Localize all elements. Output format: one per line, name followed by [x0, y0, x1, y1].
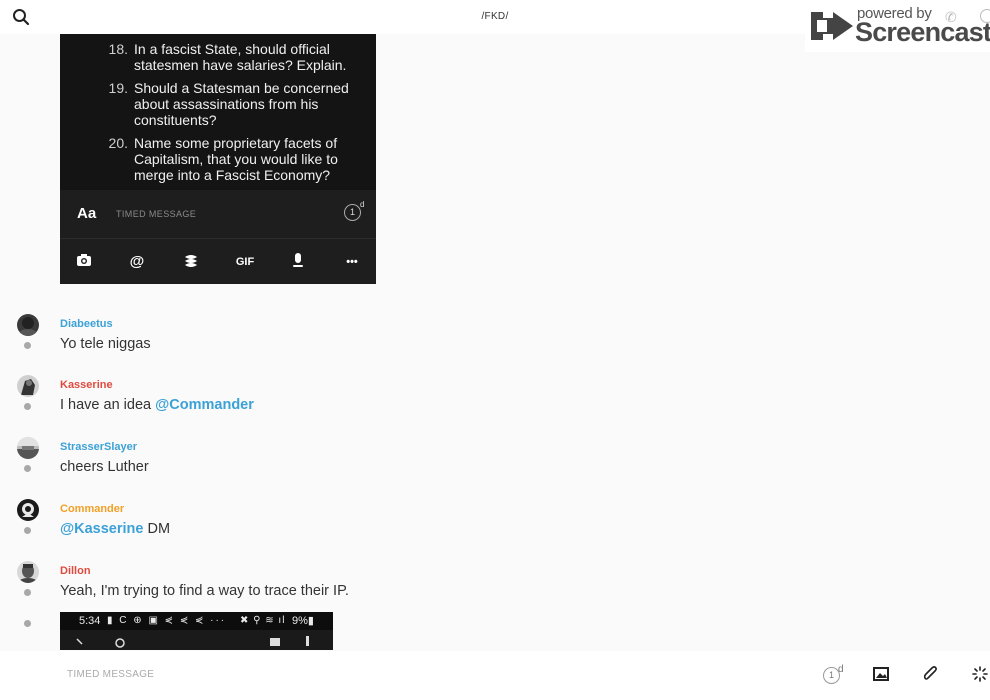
message: Commander @Kasserine DM: [0, 499, 990, 559]
message-username[interactable]: Dillon: [60, 565, 91, 577]
message-body: I have an idea: [60, 397, 156, 413]
status-dot: [24, 620, 31, 627]
avatar[interactable]: [17, 375, 39, 397]
question-text: Should a Statesman be concerned about as…: [134, 80, 349, 128]
phone-app-bar: [60, 630, 333, 650]
message-username[interactable]: StrasserSlayer: [60, 441, 137, 453]
status-dot: [24, 527, 31, 534]
avatar[interactable]: [17, 499, 39, 521]
shared-phone-screenshot[interactable]: 18. In a fascist State, should official …: [60, 34, 376, 284]
question-number: 19.: [108, 80, 128, 96]
avatar[interactable]: [17, 314, 39, 336]
status-dot: [24, 403, 31, 410]
status-dot: [24, 465, 31, 472]
mention-link[interactable]: @Commander: [155, 397, 254, 413]
stickers-icon: [182, 253, 200, 271]
message-username[interactable]: Diabeetus: [60, 318, 113, 330]
message-username[interactable]: Kasserine: [60, 379, 113, 391]
mention-icon: @: [129, 253, 145, 270]
screencastify-watermark: powered by Screencastify ✆: [805, 0, 990, 52]
question-item: 19. Should a Statesman be concerned abou…: [60, 80, 376, 130]
gif-button: GIF: [235, 256, 255, 268]
phone-font-button: Aa: [77, 205, 97, 222]
message-text: Yo tele niggas: [60, 336, 151, 352]
message-text: @Kasserine DM: [60, 521, 170, 537]
phone-timer-icon: 1d: [344, 200, 364, 221]
avatar[interactable]: [17, 437, 39, 459]
phone-status-icons: ▮ C ⊕ ▣ ⋞ ⋞ ⋞ ···: [107, 615, 227, 626]
camera-icon: [75, 253, 93, 271]
microphone-icon: [289, 253, 307, 271]
mention-link[interactable]: @Kasserine: [60, 521, 143, 537]
message-username[interactable]: Commander: [60, 503, 124, 515]
message: StrasserSlayer cheers Luther: [0, 437, 990, 497]
phone-timer-value: 1: [349, 207, 355, 217]
phone-icon[interactable]: ✆: [945, 9, 957, 26]
message-body: Yeah, I'm trying to find a way to trace …: [60, 583, 349, 599]
question-text: Name some proprietary facets of Capitali…: [134, 135, 338, 183]
watermark-brand: Screencastify: [855, 17, 990, 47]
avatar[interactable]: [17, 561, 39, 583]
phone-compose-bar: Aa TIMED MESSAGE 1d: [60, 190, 376, 238]
loading-spinner-icon[interactable]: [972, 666, 990, 684]
question-number: 20.: [108, 135, 128, 151]
attachment-icon[interactable]: [922, 666, 940, 684]
message-body: Yo tele niggas: [60, 336, 151, 352]
message-input[interactable]: TIMED MESSAGE: [67, 669, 154, 680]
message: Diabeetus Yo tele niggas: [0, 314, 990, 374]
composer-bar: TIMED MESSAGE 1 d: [0, 651, 990, 700]
shared-image-thumbnail[interactable]: 5:34 ▮ C ⊕ ▣ ⋞ ⋞ ⋞ ··· ✖ ⚲ ≋ ıl 9%▮: [60, 612, 333, 650]
status-dot: [24, 342, 31, 349]
message-text: cheers Luther: [60, 459, 149, 475]
message: Kasserine I have an idea @Commander: [0, 375, 990, 435]
timer-value: 1: [828, 670, 834, 680]
info-icon[interactable]: [980, 9, 990, 23]
message-body: DM: [143, 521, 171, 537]
phone-status-time: 5:34: [79, 615, 101, 627]
screencastify-logo-icon: [809, 8, 853, 49]
phone-signal-icons: ✖ ⚲ ≋ ıl: [240, 615, 286, 626]
phone-compose-placeholder: TIMED MESSAGE: [116, 209, 197, 219]
phone-timer-unit: d: [360, 200, 365, 209]
phone-status-bar: 5:34 ▮ C ⊕ ▣ ⋞ ⋞ ⋞ ··· ✖ ⚲ ≋ ıl 9%▮: [60, 612, 333, 630]
question-text: In a fascist State, should official stat…: [134, 41, 347, 73]
image-icon[interactable]: [873, 666, 891, 684]
question-item: 18. In a fascist State, should official …: [60, 41, 376, 75]
message-text: Yeah, I'm trying to find a way to trace …: [60, 583, 349, 599]
status-dot: [24, 589, 31, 596]
question-item: 20. Name some proprietary facets of Capi…: [60, 135, 376, 185]
phone-battery: 9%▮: [292, 615, 314, 627]
more-icon: •••: [346, 256, 358, 268]
phone-toolbar: @ GIF •••: [60, 238, 376, 284]
message-text: I have an idea @Commander: [60, 397, 254, 413]
question-number: 18.: [108, 41, 128, 57]
timer-unit: d: [838, 664, 844, 675]
message-body: cheers Luther: [60, 459, 149, 475]
